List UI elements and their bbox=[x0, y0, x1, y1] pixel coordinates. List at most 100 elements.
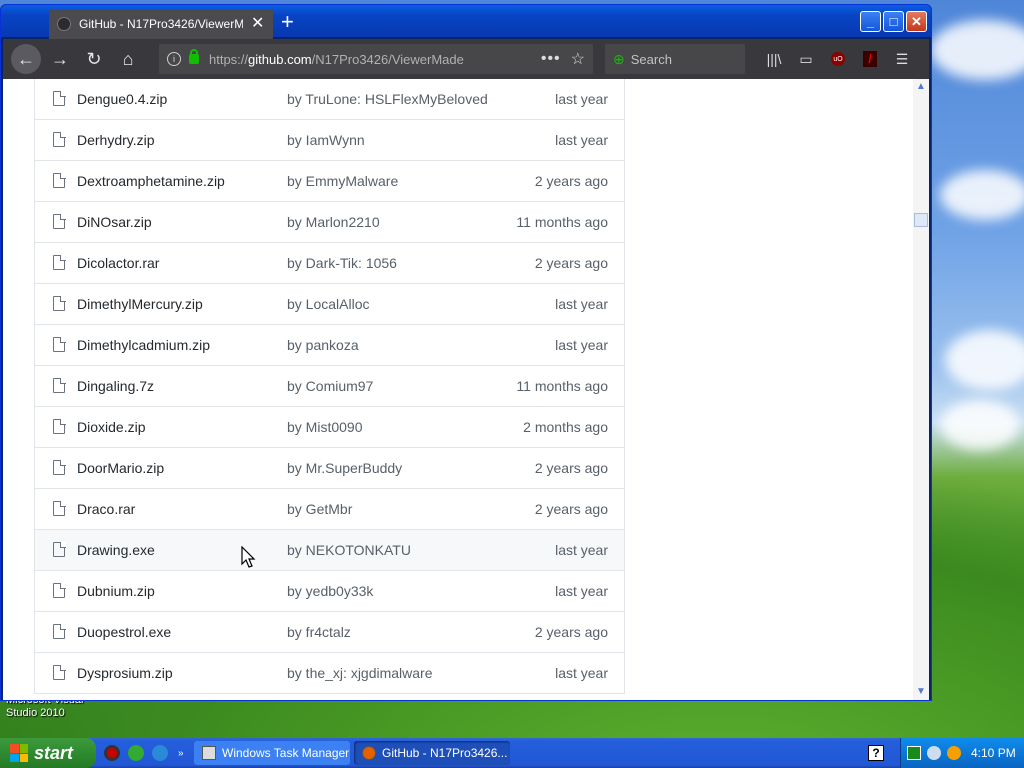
title-bar[interactable]: GitHub - N17Pro3426/ViewerMade ✕ + _ □ ✕ bbox=[1, 5, 931, 39]
page-actions-icon[interactable]: ••• bbox=[541, 50, 561, 68]
help-icon[interactable]: ? bbox=[868, 745, 884, 761]
minimize-button[interactable]: _ bbox=[860, 11, 881, 32]
browser-window: GitHub - N17Pro3426/ViewerMade ✕ + _ □ ✕… bbox=[0, 4, 932, 701]
file-name-link[interactable]: Dengue0.4.zip bbox=[77, 91, 167, 107]
file-row[interactable]: Dysprosium.zip by the_xj: xjgdimalware las… bbox=[35, 653, 624, 694]
commit-message-link[interactable]: by LocalAlloc bbox=[287, 296, 370, 312]
file-row[interactable]: Dingaling.7z by Comium97 11 months ago bbox=[35, 366, 624, 407]
file-name-link[interactable]: Duopestrol.exe bbox=[77, 624, 171, 640]
file-name-link[interactable]: Dicolactor.rar bbox=[77, 255, 159, 271]
commit-message-link[interactable]: by Mist0090 bbox=[287, 419, 362, 435]
maximize-button[interactable]: □ bbox=[883, 11, 904, 32]
ublock-origin-icon[interactable]: uO bbox=[827, 48, 849, 70]
file-name-link[interactable]: Draco.rar bbox=[77, 501, 135, 517]
file-row[interactable]: Draco.rar by GetMbr 2 years ago bbox=[35, 489, 624, 530]
extension-icon[interactable]: / bbox=[859, 48, 881, 70]
library-icon[interactable]: |||\ bbox=[763, 48, 785, 70]
commit-age: last year bbox=[555, 665, 608, 681]
task-manager-taskbar-button[interactable]: Windows Task Manager bbox=[194, 741, 350, 765]
file-row[interactable]: DoorMario.zip by Mr.SuperBuddy 2 years ago bbox=[35, 448, 624, 489]
file-name-link[interactable]: Dingaling.7z bbox=[77, 378, 154, 394]
info-icon[interactable]: i bbox=[167, 52, 181, 66]
commit-message-link[interactable]: by NEKOTONKATU bbox=[287, 542, 411, 558]
file-name-link[interactable]: Drawing.exe bbox=[77, 542, 155, 558]
commit-message-link[interactable]: by EmmyMalware bbox=[287, 173, 398, 189]
file-name-link[interactable]: Dextroamphetamine.zip bbox=[77, 173, 225, 189]
file-row[interactable]: Dicolactor.rar by Dark-Tik: 1056 2 years a… bbox=[35, 243, 624, 284]
commit-age: 2 years ago bbox=[534, 624, 608, 640]
task-label: Windows Task Manager bbox=[222, 746, 350, 760]
back-button[interactable]: ← bbox=[11, 44, 41, 74]
forward-button[interactable]: → bbox=[45, 44, 75, 74]
new-tab-icon[interactable]: + bbox=[281, 11, 294, 33]
file-row[interactable]: DiNOsar.zip by Marlon2210 11 months ago bbox=[35, 202, 624, 243]
chevron-icon[interactable]: » bbox=[178, 748, 184, 759]
search-tray-icon[interactable] bbox=[947, 746, 961, 760]
sidebar-icon[interactable]: ▭ bbox=[795, 48, 817, 70]
file-row[interactable]: Dioxide.zip by Mist0090 2 months ago bbox=[35, 407, 624, 448]
commit-message-link[interactable]: by TruLone: HSLFlexMyBeloved bbox=[287, 91, 488, 107]
cloud bbox=[930, 20, 1024, 80]
commit-age: last year bbox=[555, 337, 608, 353]
app-icon[interactable] bbox=[128, 745, 144, 761]
file-icon bbox=[53, 336, 66, 352]
reload-button[interactable]: ↻ bbox=[79, 44, 109, 74]
bookmark-star-icon[interactable]: ☆ bbox=[571, 49, 585, 69]
file-icon bbox=[53, 377, 66, 393]
commit-message-link[interactable]: by yedb0y33k bbox=[287, 583, 373, 599]
commit-age: 2 years ago bbox=[534, 173, 608, 189]
task-label: GitHub - N17Pro3426... bbox=[382, 746, 508, 760]
file-row[interactable]: Duopestrol.exe by fr4ctalz 2 years ago bbox=[35, 612, 624, 653]
internet-explorer-icon[interactable] bbox=[152, 745, 168, 761]
file-name-link[interactable]: DimethylMercury.zip bbox=[77, 296, 203, 312]
scroll-thumb[interactable] bbox=[914, 213, 928, 227]
network-icon[interactable] bbox=[927, 746, 941, 760]
commit-message-link[interactable]: by the_xj: xjgdimalware bbox=[287, 665, 433, 681]
browser-taskbar-button[interactable]: GitHub - N17Pro3426... bbox=[354, 741, 510, 765]
url-bar[interactable]: i https://github.com/N17Pro3426/ViewerMa… bbox=[159, 44, 593, 74]
commit-message-link[interactable]: by pankoza bbox=[287, 337, 359, 353]
file-name-link[interactable]: Derhydry.zip bbox=[77, 132, 155, 148]
scroll-up-icon[interactable]: ▲ bbox=[913, 79, 929, 93]
file-row[interactable]: Dubnium.zip by yedb0y33k last year bbox=[35, 571, 624, 612]
file-name-link[interactable]: DoorMario.zip bbox=[77, 460, 164, 476]
browser-tab[interactable]: GitHub - N17Pro3426/ViewerMade ✕ bbox=[49, 9, 273, 39]
file-name-link[interactable]: DiNOsar.zip bbox=[77, 214, 152, 230]
file-name-link[interactable]: Dimethylcadmium.zip bbox=[77, 337, 210, 353]
file-row[interactable]: DimethylMercury.zip by LocalAlloc last yea… bbox=[35, 284, 624, 325]
record-icon[interactable] bbox=[104, 745, 120, 761]
page-content: Dengue0.4.zip by TruLone: HSLFlexMyBelove… bbox=[3, 79, 913, 700]
search-placeholder: Search bbox=[630, 51, 672, 67]
scroll-down-icon[interactable]: ▼ bbox=[913, 684, 929, 698]
commit-message-link[interactable]: by Comium97 bbox=[287, 378, 373, 394]
start-button[interactable]: start bbox=[0, 738, 96, 768]
file-row[interactable]: Dengue0.4.zip by TruLone: HSLFlexMyBelove… bbox=[35, 79, 624, 120]
url-text[interactable]: https://github.com/N17Pro3426/ViewerMade bbox=[209, 52, 541, 67]
commit-message-link[interactable]: by Marlon2210 bbox=[287, 214, 380, 230]
lock-icon[interactable] bbox=[189, 49, 199, 64]
file-name-link[interactable]: Dysprosium.zip bbox=[77, 665, 173, 681]
file-row[interactable]: Drawing.exe by NEKOTONKATU last year bbox=[35, 530, 624, 571]
commit-age: 2 years ago bbox=[534, 255, 608, 271]
vertical-scrollbar[interactable]: ▲ ▼ bbox=[913, 79, 929, 700]
commit-message-link[interactable]: by fr4ctalz bbox=[287, 624, 351, 640]
cloud bbox=[945, 330, 1024, 390]
commit-message-link[interactable]: by IamWynn bbox=[287, 132, 365, 148]
file-row[interactable]: Dimethylcadmium.zip by pankoza last year bbox=[35, 325, 624, 366]
commit-message-link[interactable]: by Dark-Tik: 1056 bbox=[287, 255, 397, 271]
file-name-link[interactable]: Dioxide.zip bbox=[77, 419, 145, 435]
menu-icon[interactable]: ☰ bbox=[891, 48, 913, 70]
file-row[interactable]: Derhydry.zip by IamWynn last year bbox=[35, 120, 624, 161]
clock[interactable]: 4:10 PM bbox=[971, 746, 1016, 760]
commit-message-link[interactable]: by Mr.SuperBuddy bbox=[287, 460, 402, 476]
file-row[interactable]: Dextroamphetamine.zip by EmmyMalware 2 yea… bbox=[35, 161, 624, 202]
home-button[interactable]: ⌂ bbox=[113, 44, 143, 74]
search-box[interactable]: ⊕ Search bbox=[605, 44, 745, 74]
commit-age: 11 months ago bbox=[516, 214, 608, 230]
close-tab-icon[interactable]: ✕ bbox=[251, 16, 264, 32]
commit-message-link[interactable]: by GetMbr bbox=[287, 501, 352, 517]
file-name-link[interactable]: Dubnium.zip bbox=[77, 583, 155, 599]
tray-monitor-icon[interactable] bbox=[907, 746, 921, 760]
windows-logo-icon bbox=[10, 744, 28, 762]
close-window-button[interactable]: ✕ bbox=[906, 11, 927, 32]
